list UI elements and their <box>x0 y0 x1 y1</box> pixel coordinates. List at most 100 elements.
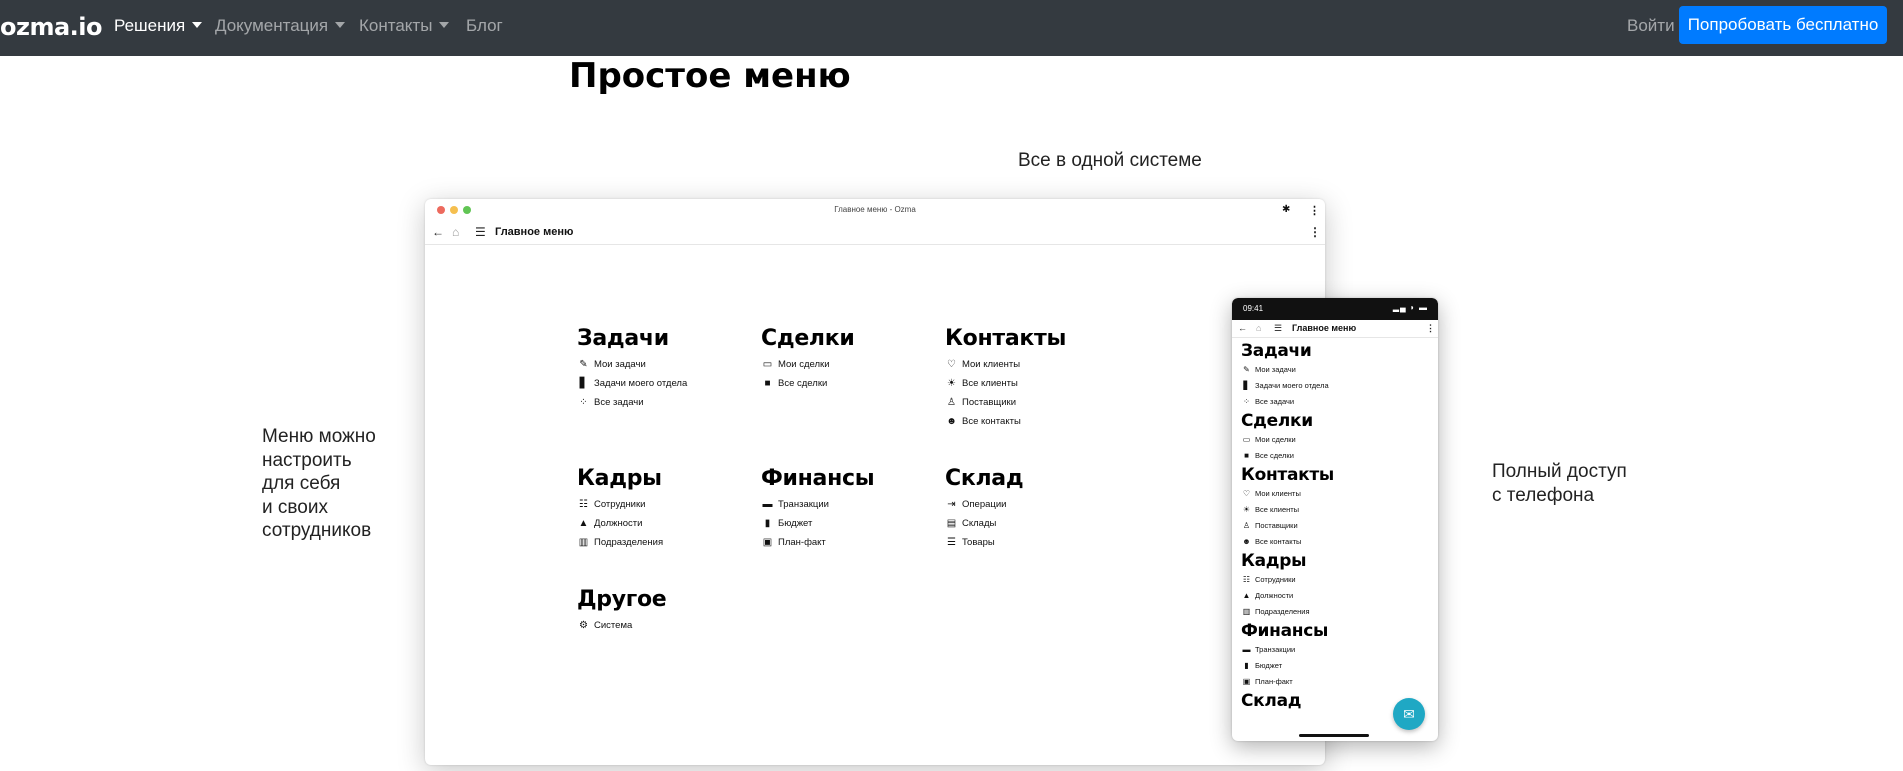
phone-section-title: Контакты <box>1241 465 1335 485</box>
menu-item-label: Мои клиенты <box>962 359 1021 370</box>
menu-item-label: Мои задачи <box>594 359 646 370</box>
phone-menu-item[interactable]: ▣ План-факт <box>1241 674 1334 690</box>
folder-icon: ■ <box>1244 451 1249 460</box>
try-free-button[interactable]: Попробовать бесплатно <box>1679 6 1887 44</box>
input-icon: ⇥ <box>947 499 956 510</box>
menu-section-contacts: Контакты ♡ Мои клиенты ☀ Все клиенты ♙ Пост… <box>945 326 1066 431</box>
phone-item-label: Сотрудники <box>1255 575 1296 584</box>
menu-item-label: Все сделки <box>778 378 828 389</box>
signal-battery-icon: ▂▄ ◗ ▬ <box>1392 303 1428 312</box>
chat-fab-button[interactable]: ✉ <box>1393 698 1425 730</box>
phone-menu-item[interactable]: ♙ Поставщики <box>1241 518 1334 534</box>
section-title: Сделки <box>761 326 855 351</box>
phone-item-label: Мои клиенты <box>1255 489 1301 498</box>
phone-menu-item[interactable]: ▋ Задачи моего отдела <box>1241 378 1334 394</box>
window-title: Главное меню - Ozma <box>834 205 916 214</box>
phone-item-label: Поставщики <box>1255 521 1298 530</box>
caption-line: Меню можно <box>262 426 376 447</box>
menu-item-employees[interactable]: ☷ Сотрудники <box>577 495 663 514</box>
phone-menu-item[interactable]: ▥ Подразделения <box>1241 604 1334 620</box>
menu-item-my-clients[interactable]: ♡ Мои клиенты <box>945 355 1066 374</box>
phone-menu-list: Задачи ✎ Мои задачи ▋ Задачи моего отдела … <box>1241 340 1334 712</box>
section-title: Склад <box>945 466 1024 491</box>
menu-item-operations[interactable]: ⇥ Операции <box>945 495 1023 514</box>
menu-item-budget[interactable]: ▮ Бюджет <box>761 514 874 533</box>
phone-menu-item[interactable]: ☀ Все клиенты <box>1241 502 1334 518</box>
phone-menu-item[interactable]: ⁘ Все задачи <box>1241 394 1334 410</box>
phone-item-label: Все задачи <box>1255 397 1295 406</box>
nav-contacts[interactable]: Контакты <box>359 16 450 36</box>
menu-item-all-deals[interactable]: ■ Все сделки <box>761 374 855 393</box>
phone-item-label: Все контакты <box>1255 537 1302 546</box>
menu-item-my-deals[interactable]: ▭ Мои сделки <box>761 355 855 374</box>
phone-time: 09:41 <box>1243 304 1264 313</box>
phone-app-title: Главное меню <box>1292 323 1357 333</box>
menu-item-dept-tasks[interactable]: ▋ Задачи моего отдела <box>577 374 688 393</box>
phone-menu-item[interactable]: ☻ Все контакты <box>1241 534 1334 550</box>
caption-line: с телефона <box>1492 484 1595 506</box>
phone-section-title: Кадры <box>1241 551 1307 571</box>
nav-docs-label: Документация <box>215 16 329 35</box>
menu-item-all-tasks[interactable]: ⁘ Все задачи <box>577 393 687 412</box>
menu-item-departments[interactable]: ▥ Подразделения <box>577 533 663 552</box>
menu-item-label: Склады <box>962 518 997 529</box>
menu-item-system[interactable]: ⚙ Система <box>577 616 666 635</box>
menu-item-all-clients[interactable]: ☀ Все клиенты <box>945 374 1066 393</box>
phone-item-label: План-факт <box>1255 677 1293 686</box>
menu-item-label: Операции <box>962 499 1007 510</box>
phone-menu-item[interactable]: ▲ Должности <box>1241 588 1334 604</box>
menu-section-other: Другое ⚙ Система <box>577 587 667 635</box>
menu-item-warehouses[interactable]: ▤ Склады <box>945 514 1023 533</box>
phone-section-title: Склад <box>1241 691 1302 711</box>
menu-item-label: Бюджет <box>778 518 813 529</box>
hamburger-icon: ☰ <box>1274 323 1283 333</box>
caret-down-icon <box>192 22 203 28</box>
menu-item-transactions[interactable]: ▬ Транзакции <box>761 495 874 514</box>
page-title: Простое меню <box>569 56 851 96</box>
phone-menu-item[interactable]: ♡ Мои клиенты <box>1241 486 1334 502</box>
section-title: Финансы <box>761 466 875 491</box>
phone-menu-item[interactable]: ▬ Транзакции <box>1241 642 1334 658</box>
phone-item-label: Задачи моего отдела <box>1255 381 1329 390</box>
login-link[interactable]: Войти <box>1627 16 1675 36</box>
caption-line: настроить <box>262 449 352 471</box>
person-search-icon: ☻ <box>946 416 957 427</box>
menu-item-label: Поставщики <box>962 397 1017 408</box>
gear-icon: ⚙ <box>579 620 588 631</box>
back-arrow-icon: ← <box>432 225 444 239</box>
phone-item-label: Бюджет <box>1255 661 1283 670</box>
account-box-icon: ▣ <box>762 537 773 548</box>
person-walk-icon: ♙ <box>947 397 956 408</box>
phone-menu-item[interactable]: ▭ Мои сделки <box>1241 432 1334 448</box>
phone-item-label: Мои сделки <box>1255 435 1296 444</box>
dots-grid-icon: ⁘ <box>579 397 588 408</box>
nav-docs[interactable]: Документация <box>215 16 346 36</box>
list-icon: ☰ <box>947 537 956 548</box>
brand-logo[interactable]: ozma.io <box>0 13 103 41</box>
menu-item-my-tasks[interactable]: ✎ Мои задачи <box>577 355 687 374</box>
window-titlebar: Главное меню - Ozma ✱ ⋮ <box>425 199 1325 221</box>
kebab-menu-icon: ⋮ <box>1309 225 1321 239</box>
menu-item-all-contacts[interactable]: ☻ Все контакты <box>945 412 1066 431</box>
menu-item-goods[interactable]: ☰ Товары <box>945 533 1023 552</box>
phone-menu-item[interactable]: ■ Все сделки <box>1241 448 1334 464</box>
graduation-cap-icon: ▲ <box>1242 591 1251 600</box>
building-icon: ▥ <box>1242 607 1251 616</box>
phone-menu-item[interactable]: ▮ Бюджет <box>1241 658 1334 674</box>
menu-item-plan-fact[interactable]: ▣ План-факт <box>761 533 874 552</box>
section-title: Кадры <box>577 466 662 491</box>
phone-menu-item[interactable]: ✎ Мои задачи <box>1241 362 1334 378</box>
phone-menu-item[interactable]: ☷ Сотрудники <box>1241 572 1334 588</box>
graduation-cap-icon: ▲ <box>578 518 589 529</box>
heart-icon: ♡ <box>947 359 956 370</box>
right-caption: Полный доступ с телефона <box>1492 460 1627 507</box>
pencil-icon: ✎ <box>1243 365 1250 374</box>
nav-blog[interactable]: Блог <box>466 16 503 36</box>
menu-item-positions[interactable]: ▲ Должности <box>577 514 663 533</box>
menu-item-label: Транзакции <box>778 499 829 510</box>
menu-item-label: Все контакты <box>962 416 1021 427</box>
menu-item-suppliers[interactable]: ♙ Поставщики <box>945 393 1066 412</box>
chat-icon: ✉ <box>1403 706 1415 722</box>
phone-section-title: Сделки <box>1241 411 1313 431</box>
nav-solutions[interactable]: Решения <box>114 16 203 36</box>
